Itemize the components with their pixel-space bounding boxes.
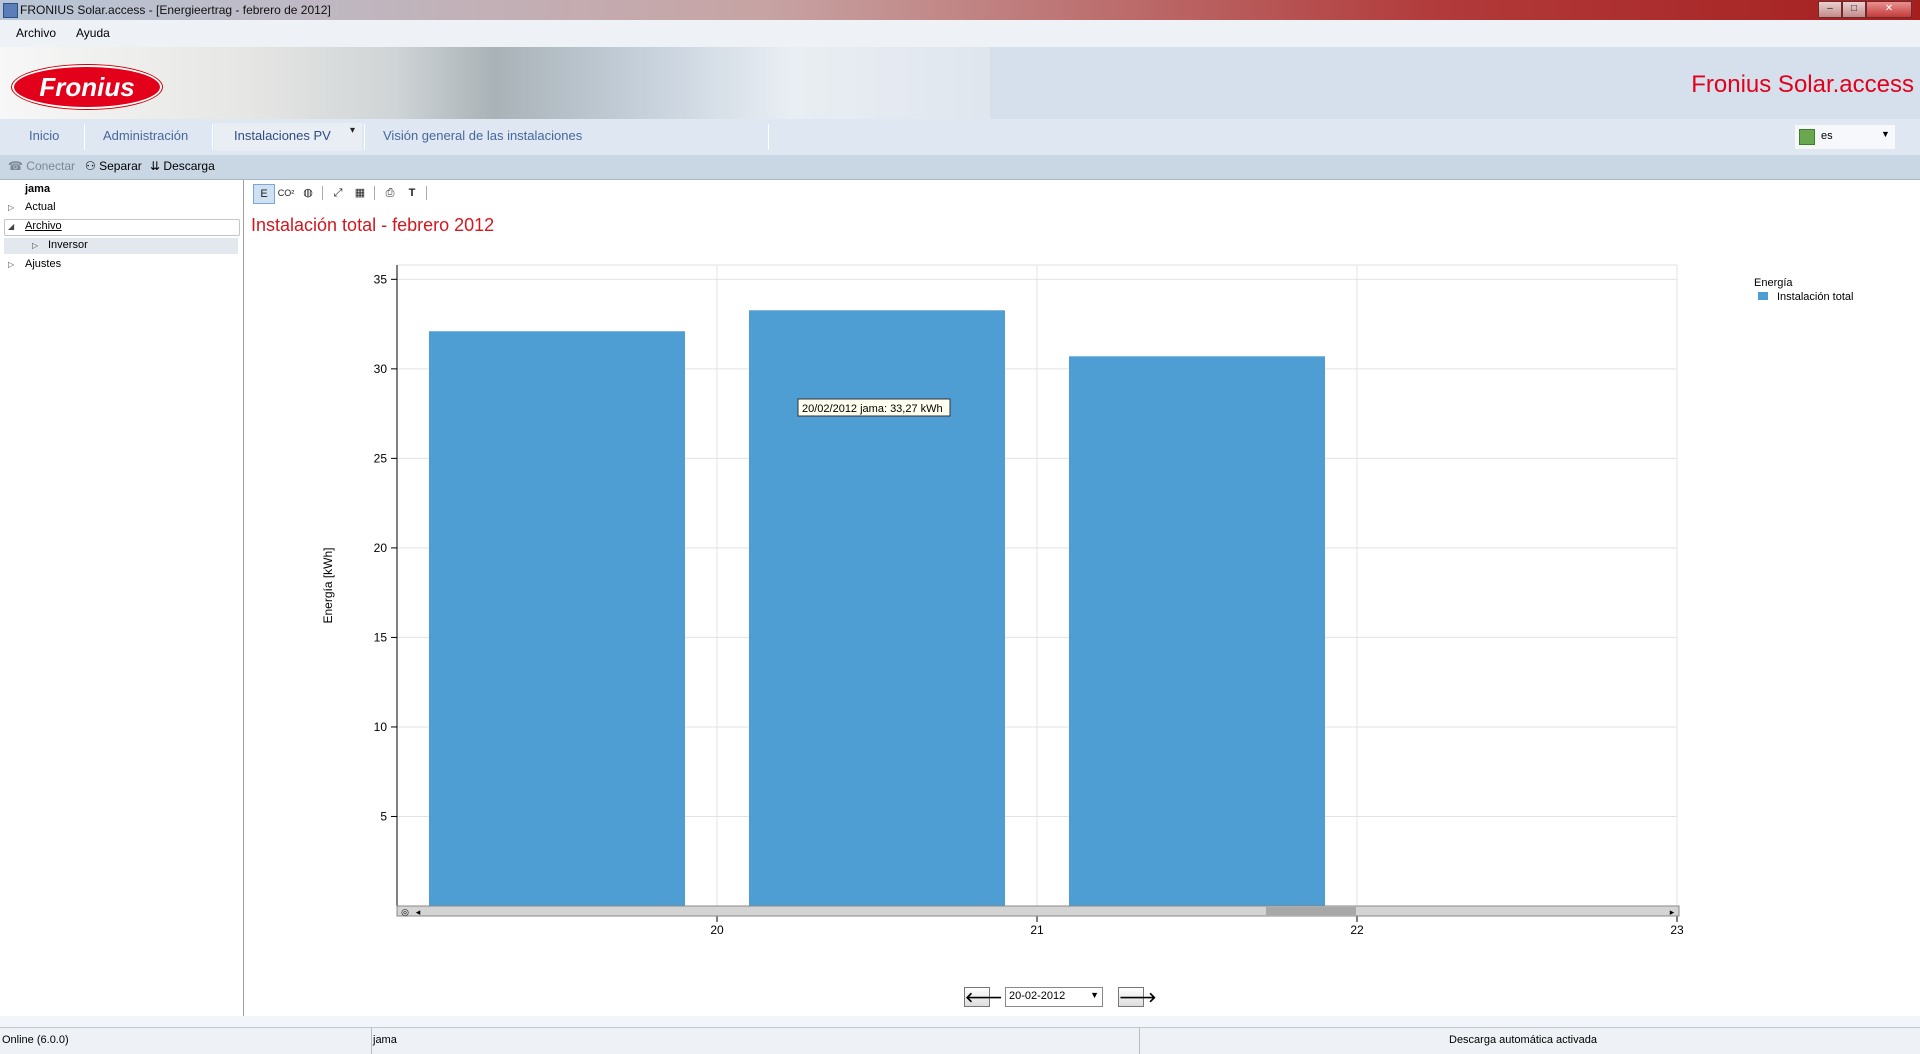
brand-title: Fronius Solar.access bbox=[1691, 71, 1914, 98]
nav-divider bbox=[212, 124, 213, 150]
grid-icon[interactable]: ▦ bbox=[350, 184, 370, 202]
legend-title: Energía bbox=[1754, 277, 1793, 289]
collapse-icon[interactable]: ◢ bbox=[8, 222, 14, 231]
phone-icon: ☎ bbox=[8, 159, 23, 173]
download-label: Descarga bbox=[163, 159, 215, 173]
x-tick-label: 23 bbox=[1670, 923, 1684, 937]
text-tool-button[interactable]: T bbox=[402, 184, 422, 202]
chevron-down-icon: ▼ bbox=[1090, 990, 1099, 1000]
y-tick-label: 20 bbox=[374, 541, 388, 555]
toolbar-divider bbox=[322, 186, 323, 200]
menu-bar: Archivo Ayuda bbox=[0, 20, 1920, 48]
x-tick-labels: 20 21 22 23 bbox=[710, 923, 1684, 937]
scrollbar-track[interactable] bbox=[396, 905, 1680, 917]
date-value: 20-02-2012 bbox=[1009, 990, 1066, 1002]
legend: Energía Instalación total bbox=[1754, 277, 1853, 303]
disconnect-label: Separar bbox=[99, 159, 142, 173]
tooltip-text: 20/02/2012 jama: 33,27 kWh bbox=[802, 403, 943, 415]
tree-item-actual[interactable]: Actual bbox=[25, 201, 56, 213]
x-tick-label: 22 bbox=[1350, 923, 1364, 937]
nav-divider bbox=[768, 124, 769, 150]
status-divider bbox=[1139, 1028, 1140, 1054]
expand-icon[interactable]: ▷ bbox=[8, 260, 14, 269]
tree-highlight bbox=[4, 238, 238, 254]
window-title: FRONIUS Solar.access - [Energieertrag - … bbox=[20, 3, 331, 17]
y-tick-label: 10 bbox=[374, 720, 388, 734]
tree-item-inversor[interactable]: Inversor bbox=[48, 239, 88, 251]
y-tick-label: 35 bbox=[374, 272, 388, 286]
connect-label: Conectar bbox=[26, 159, 75, 173]
expand-arrows-icon[interactable]: ⤢ bbox=[328, 184, 348, 202]
language-icon bbox=[1799, 129, 1815, 145]
print-button[interactable]: ⎙ bbox=[380, 184, 400, 202]
status-connection: Online (6.0.0) bbox=[2, 1034, 69, 1046]
scroll-right-icon[interactable]: ▸ bbox=[1670, 907, 1675, 917]
expand-icon[interactable]: ▷ bbox=[8, 203, 14, 212]
nav-instalaciones-pv[interactable]: Instalaciones PV bbox=[234, 128, 331, 143]
language-value: es bbox=[1821, 130, 1833, 142]
download-icon: ⇊ bbox=[150, 159, 161, 173]
menu-archivo[interactable]: Archivo bbox=[16, 26, 56, 40]
status-divider bbox=[371, 1028, 372, 1054]
date-select[interactable]: 20-02-2012 ▼ bbox=[1005, 987, 1103, 1007]
connection-toolbar: ☎ Conectar ⚇ Separar ⇊ Descarga bbox=[0, 155, 1920, 180]
language-select[interactable]: es ▼ bbox=[1794, 124, 1896, 150]
menu-ayuda[interactable]: Ayuda bbox=[76, 26, 110, 40]
nav-dropdown-icon[interactable]: ▾ bbox=[350, 125, 355, 136]
chart-scrollbar[interactable]: ◎ ◂ ▸ bbox=[396, 905, 1680, 917]
maximize-button[interactable]: □ bbox=[1842, 1, 1866, 18]
close-button[interactable]: ✕ bbox=[1866, 1, 1912, 18]
status-download: Descarga automática activada bbox=[1449, 1034, 1597, 1046]
zoom-reset-icon[interactable]: ◎ bbox=[401, 907, 409, 917]
co2-button[interactable]: CO² bbox=[276, 184, 296, 202]
legend-series-label: Instalación total bbox=[1777, 291, 1853, 303]
banner: Fronius Fronius Solar.access bbox=[0, 47, 1920, 119]
nav-vision-general[interactable]: Visión general de las instalaciones bbox=[383, 128, 582, 143]
x-tick-label: 20 bbox=[710, 923, 724, 937]
tree-item-ajustes[interactable]: Ajustes bbox=[25, 258, 61, 270]
app-icon bbox=[3, 3, 18, 18]
nav-divider bbox=[364, 124, 365, 150]
status-bar: Online (6.0.0) jama Descarga automática … bbox=[0, 1027, 1920, 1054]
y-tick-label: 25 bbox=[374, 451, 388, 465]
toolbar-divider bbox=[426, 186, 427, 200]
x-tick-label: 21 bbox=[1030, 923, 1044, 937]
y-tick-labels: 5 10 15 20 25 30 35 bbox=[374, 272, 388, 823]
window-title-bar: FRONIUS Solar.access - [Energieertrag - … bbox=[0, 0, 1920, 20]
scroll-left-icon[interactable]: ◂ bbox=[416, 907, 421, 917]
printer-icon: ⎙ bbox=[385, 187, 395, 199]
globe-icon[interactable]: ◍ bbox=[298, 184, 318, 202]
bar-tooltip: 20/02/2012 jama: 33,27 kWh bbox=[797, 398, 951, 417]
nav-administracion[interactable]: Administración bbox=[103, 128, 188, 143]
plug-icon: ⚇ bbox=[85, 159, 96, 173]
chart-title: Instalación total - febrero 2012 bbox=[251, 215, 495, 235]
download-button[interactable]: ⇊ Descarga bbox=[150, 159, 215, 173]
y-tick-label: 5 bbox=[380, 809, 387, 823]
chevron-down-icon: ▼ bbox=[1881, 129, 1890, 139]
nav-divider bbox=[84, 124, 85, 150]
expand-icon[interactable]: ▷ bbox=[32, 241, 38, 250]
chart-bar bbox=[1069, 356, 1325, 906]
minimize-button[interactable]: – bbox=[1818, 1, 1842, 18]
tree-root-jama[interactable]: jama bbox=[25, 183, 50, 195]
energy-button[interactable]: E bbox=[253, 184, 275, 204]
y-tick-label: 15 bbox=[374, 630, 388, 644]
tree-item-archivo[interactable]: Archivo bbox=[25, 220, 62, 232]
scrollbar-thumb[interactable] bbox=[1266, 907, 1356, 915]
y-axis-label: Energía [kWh] bbox=[321, 547, 335, 623]
energy-chart: 5 10 15 20 25 30 35 20 21 22 23 Energía [kWh] Ene… bbox=[321, 264, 1853, 937]
chart-bar bbox=[429, 331, 685, 906]
next-date-button[interactable]: 🡒 bbox=[1118, 987, 1157, 1007]
fronius-logo: Fronius bbox=[12, 65, 162, 109]
toolbar-divider bbox=[374, 186, 375, 200]
y-tick-label: 30 bbox=[374, 362, 388, 376]
status-system: jama bbox=[373, 1034, 397, 1046]
nav-inicio[interactable]: Inicio bbox=[29, 128, 59, 143]
main-nav: Inicio Administración Instalaciones PV ▾… bbox=[0, 119, 1920, 156]
disconnect-button[interactable]: ⚇ Separar bbox=[85, 159, 142, 173]
previous-date-button[interactable]: 🡐 bbox=[964, 987, 1003, 1007]
navigation-tree: jama ▷ Actual ◢ Archivo ▷ Inversor ▷ Aju… bbox=[0, 180, 244, 1016]
legend-swatch bbox=[1758, 292, 1768, 300]
connect-button[interactable]: ☎ Conectar bbox=[8, 159, 75, 173]
